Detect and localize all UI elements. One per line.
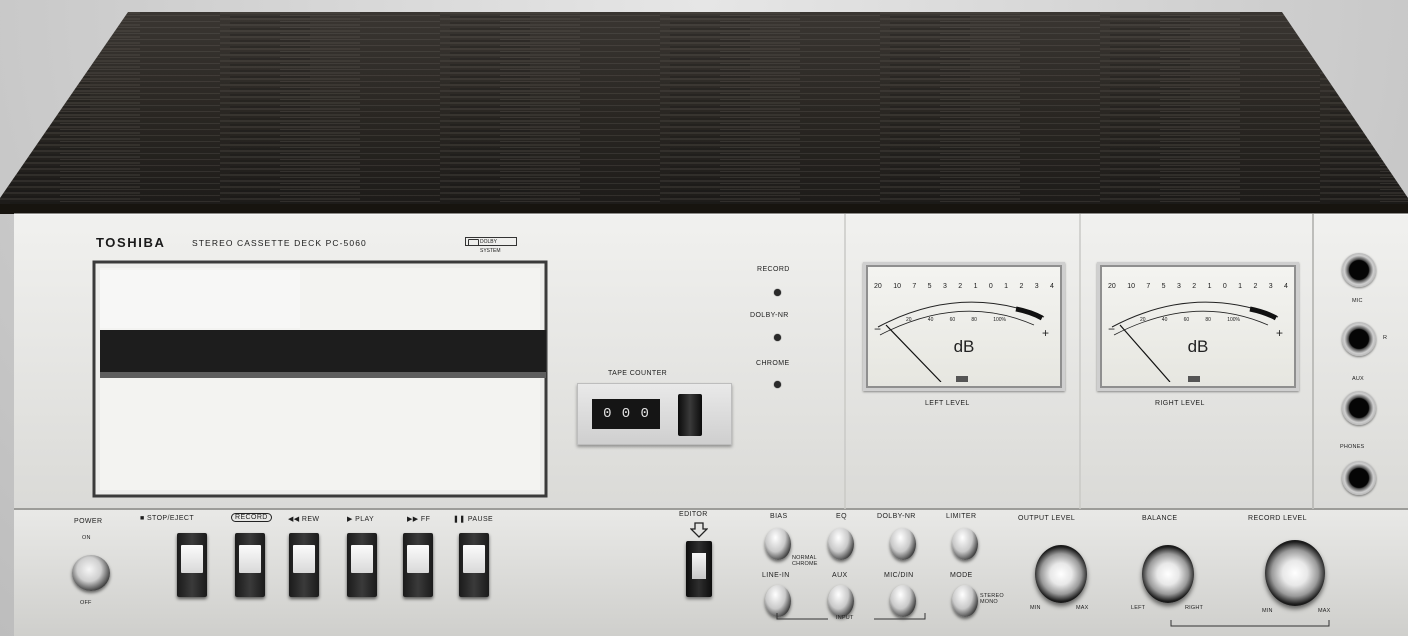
eq-label: EQ [836,513,847,520]
power-off-label: OFF [80,600,92,606]
indicator-chrome-led [774,381,781,388]
left-level-label: LEFT LEVEL [925,400,970,407]
mic-right-jack[interactable] [1342,322,1376,356]
chrome-option-label: CHROME [792,561,818,567]
limiter-label: LIMITER [946,513,977,520]
counter-digit: 0 [603,406,612,422]
record-level-label: RECORD LEVEL [1248,515,1307,522]
line-in-label: LINE-IN [762,572,790,579]
dolby-nr-label: DOLBY-NR [877,513,916,520]
ff-label: ▶▶ FF [407,516,431,523]
counter-digit: 0 [640,406,649,422]
indicator-record-led [774,289,781,296]
mic-r-label: R [1383,335,1388,341]
pause-label: ❚❚ PAUSE [453,516,494,523]
stop-eject-label: ■ STOP/EJECT [140,515,195,522]
mode-switch[interactable] [952,585,978,617]
record-button[interactable] [235,533,265,597]
play-button[interactable] [347,533,377,597]
output-level-knob[interactable] [1035,545,1087,603]
meter-top-scale: 20 10 7 5 3 2 1 0 1 2 3 4 [1108,283,1288,290]
aux-label: AUX [1352,376,1364,382]
power-label: POWER [74,518,103,525]
meter-top-scale: 20 10 7 5 3 2 1 0 1 2 3 4 [874,283,1054,290]
rew-button[interactable] [289,533,319,597]
indicator-dolby-led [774,334,781,341]
play-label: ▶ PLAY [347,516,375,523]
meter-unit: dB [1187,337,1209,356]
right-vu-meter: − + 20 10 7 5 3 2 1 0 1 2 3 4 20 40 60 80 100% dB [1097,262,1299,391]
tape-counter-label: TAPE COUNTER [608,370,668,377]
counter-reset-button[interactable] [678,394,702,436]
aux-input-label: AUX [832,572,848,579]
output-level-label: OUTPUT LEVEL [1018,515,1076,522]
record-level-bracket [1170,620,1330,627]
tape-counter: 0 0 0 [577,383,732,445]
editor-switch[interactable] [686,541,712,597]
record-level-knob[interactable] [1265,540,1325,606]
product-photo: TOSHIBA STEREO CASSETTE DECK PC-5060 DOL… [0,0,1408,636]
dolby-nr-switch[interactable] [890,528,916,560]
indicator-record-label: RECORD [757,266,790,273]
editor-label: EDITOR [679,511,708,518]
right-level-label: RIGHT LEVEL [1155,400,1205,407]
stop-eject-button[interactable] [177,533,207,597]
pause-button[interactable] [459,533,489,597]
svg-text:−: − [1108,322,1115,336]
mode-label: MODE [950,572,973,579]
down-arrow-icon [690,522,708,538]
meter-bottom-scale: 20 40 60 80 100% [1140,317,1240,323]
bias-switch[interactable] [765,528,791,560]
bias-label: BIAS [770,513,788,520]
balance-knob[interactable] [1142,545,1194,603]
counter-digit: 0 [621,406,631,422]
mic-left-jack[interactable] [1342,253,1376,287]
meter-unit: dB [953,337,975,356]
indicator-dolby-label: DOLBY-NR [750,312,789,319]
mic-din-label: MIC/DIN [884,572,914,579]
balance-right: RIGHT [1185,605,1204,611]
aux-jack[interactable] [1342,391,1376,425]
balance-left: LEFT [1131,605,1146,611]
record-level-max: MAX [1318,608,1331,614]
balance-label: BALANCE [1142,515,1178,522]
brand-logo: TOSHIBA [96,235,166,250]
mic-label: MIC [1352,298,1363,304]
svg-text:−: − [874,322,881,336]
phones-jack[interactable] [1342,461,1376,495]
ff-button[interactable] [403,533,433,597]
meter-bottom-scale: 20 40 60 80 100% [906,317,1006,323]
eq-switch[interactable] [828,528,854,560]
limiter-switch[interactable] [952,528,978,560]
model-line: STEREO CASSETTE DECK PC-5060 [192,238,367,248]
record-label: RECORD [231,513,272,522]
output-level-min: MIN [1030,605,1041,611]
output-level-max: MAX [1076,605,1089,611]
phones-label: PHONES [1340,444,1365,450]
indicator-chrome-label: CHROME [756,360,790,367]
power-on-label: ON [82,535,91,541]
power-button[interactable] [72,555,110,591]
dolby-system-badge: DOLBY SYSTEM [465,237,517,254]
tape-counter-display: 0 0 0 [592,399,660,429]
input-group-label: INPUT [836,615,854,621]
record-level-min: MIN [1262,608,1273,614]
rew-label: ◀◀ REW [288,516,320,523]
mono-option-label: MONO [980,599,998,605]
left-vu-meter: − + 20 10 7 5 3 2 1 0 1 2 3 4 20 40 60 80 100% dB [863,262,1065,391]
